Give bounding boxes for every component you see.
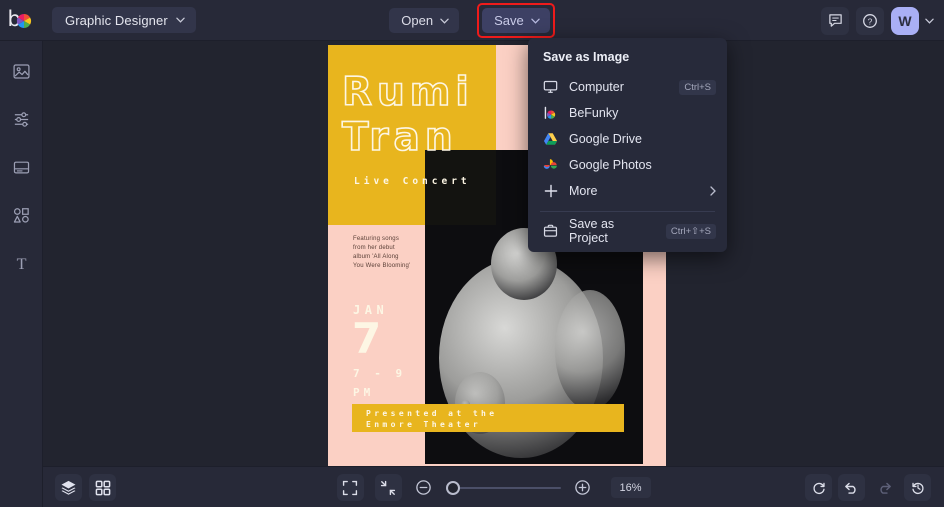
user-avatar[interactable]: W [891, 6, 919, 35]
bottom-toolbar: 16% [43, 466, 944, 507]
menu-item-label: Save as Project [569, 217, 615, 245]
menu-item-label: Computer [569, 80, 624, 94]
chevron-down-icon [925, 18, 934, 24]
menu-item-shortcut: Ctrl+⇧+S [665, 223, 716, 239]
poster-time-line-2: PM [353, 386, 375, 399]
poster-day: 7 [352, 314, 382, 363]
undo-icon [845, 482, 856, 494]
history-icon [911, 482, 924, 494]
history-button[interactable] [904, 474, 931, 501]
sliders-icon [14, 111, 28, 127]
briefcase-icon [543, 224, 558, 239]
chevron-down-icon [440, 18, 449, 24]
menu-item-label: Google Photos [569, 158, 652, 172]
menu-item-label: More [569, 184, 598, 198]
save-dropdown-menu: Save as Image Computer Ctrl+S BeFunky Go… [528, 38, 727, 252]
svg-text:T: T [16, 256, 26, 273]
canvas-area[interactable]: Rumi Tran Live Concert Featuring songs f… [43, 41, 944, 466]
chevron-down-icon [530, 18, 540, 24]
save-label: Save [494, 13, 524, 28]
left-sidebar: T [0, 41, 43, 507]
zoom-out-button[interactable] [413, 477, 435, 499]
google-drive-icon [543, 132, 558, 147]
header-right-actions: ? W [821, 0, 936, 41]
menu-item-google-photos[interactable]: Google Photos [528, 152, 727, 178]
zoom-slider-knob[interactable] [445, 480, 460, 495]
fullscreen-icon [342, 480, 358, 495]
menu-item-save-as-project[interactable]: Save as Project Ctrl+⇧+S [528, 217, 727, 245]
zoom-level-display[interactable]: 16% [610, 477, 651, 498]
fit-to-screen-button[interactable] [374, 474, 402, 501]
fit-screen-icon [380, 480, 396, 495]
monitor-icon [543, 80, 558, 95]
open-label: Open [401, 13, 434, 28]
redo-icon [880, 482, 891, 494]
menu-item-google-drive[interactable]: Google Drive [528, 126, 727, 152]
chevron-right-icon [710, 186, 716, 196]
app-header: b Graphic Designer Open Save ? W [0, 0, 944, 41]
menu-item-label: BeFunky [569, 106, 619, 120]
sidebar-item-edit[interactable] [5, 103, 37, 135]
poster-title-line-2: Tran [341, 115, 458, 160]
zoom-slider[interactable] [445, 480, 561, 495]
sidebar-item-text[interactable]: T [5, 247, 37, 279]
dropdown-title: Save as Image [543, 50, 630, 64]
svg-text:?: ? [868, 16, 873, 26]
reset-button[interactable] [805, 474, 832, 501]
zoom-slider-track [445, 486, 561, 489]
poster-photo-top-band [425, 150, 496, 225]
bottom-right-tools [805, 467, 931, 507]
menu-item-shortcut: Ctrl+S [679, 79, 716, 95]
poster-subtitle: Live Concert [354, 176, 471, 187]
image-icon [12, 63, 30, 79]
chat-icon [828, 14, 842, 27]
help-button[interactable]: ? [856, 6, 884, 35]
sidebar-item-templates[interactable] [5, 151, 37, 183]
feedback-button[interactable] [821, 6, 849, 35]
account-menu-button[interactable] [925, 18, 934, 24]
redo-button[interactable] [871, 474, 898, 501]
befunky-icon [543, 106, 558, 121]
save-button-highlight: Save [477, 3, 555, 38]
zoom-in-button[interactable] [572, 477, 594, 499]
menu-item-befunky[interactable]: BeFunky [528, 100, 727, 126]
poster-featuring-text: Featuring songs from her debut album 'Al… [353, 236, 411, 269]
poster-banner-line-2: Enmore Theater [366, 420, 482, 429]
sidebar-item-graphics[interactable] [5, 199, 37, 231]
menu-item-label: Google Drive [569, 132, 642, 146]
open-button[interactable]: Open [389, 8, 460, 33]
plus-icon [543, 184, 558, 199]
reset-icon [812, 482, 825, 494]
menu-item-computer[interactable]: Computer Ctrl+S [528, 74, 727, 100]
help-icon: ? [863, 13, 877, 28]
zoom-in-icon [575, 480, 590, 495]
google-photos-icon [543, 158, 558, 173]
avatar-initial: W [898, 12, 912, 29]
zoom-out-icon [416, 480, 431, 495]
fullscreen-button[interactable] [336, 474, 364, 501]
text-icon: T [16, 256, 26, 273]
poster-banner-text: Presented at the Enmore Theater [366, 408, 626, 430]
menu-item-more[interactable]: More [528, 178, 727, 204]
befunky-graphic-designer-app: b Graphic Designer Open Save ? W T Rumi … [0, 0, 944, 507]
menu-divider [540, 211, 715, 212]
poster-title-line-1: Rumi [341, 70, 474, 115]
save-button[interactable]: Save [482, 8, 550, 33]
undo-button[interactable] [838, 474, 865, 501]
poster-time-line-1: 7 - 9 [353, 367, 407, 380]
sidebar-item-image[interactable] [5, 55, 37, 87]
template-icon [13, 161, 29, 173]
shapes-icon [13, 207, 29, 223]
header-center-actions: Open Save [0, 0, 944, 41]
poster-banner-line-1: Presented at the [366, 409, 498, 418]
